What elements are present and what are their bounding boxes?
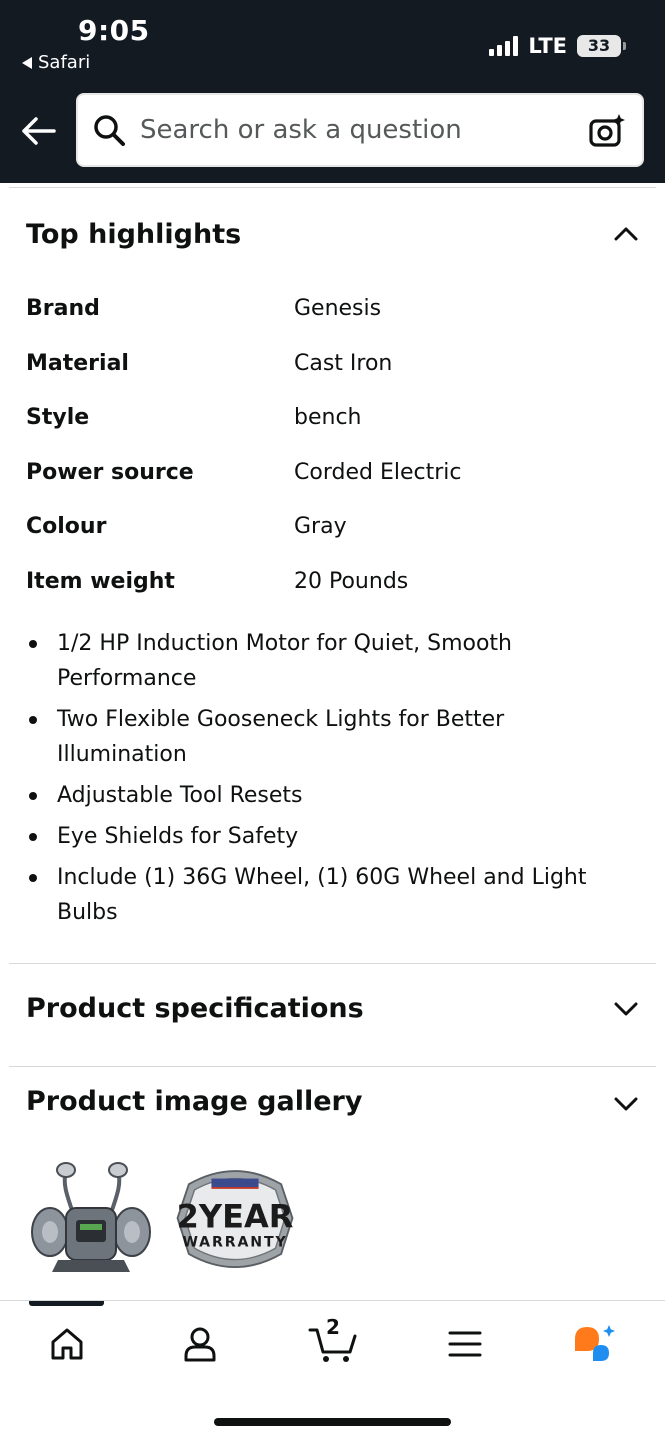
network-label: LTE xyxy=(528,34,567,58)
status-time: 9:05 xyxy=(78,14,150,47)
svg-text:WARRANTY: WARRANTY xyxy=(182,1234,287,1250)
gallery-thumbnail-warranty-badge[interactable]: 2YEAR WARRANTY xyxy=(170,1158,300,1282)
chevron-down-icon[interactable] xyxy=(613,996,639,1022)
status-indicators: LTE 33 xyxy=(489,34,626,58)
search-icon[interactable] xyxy=(92,113,126,147)
spec-row-item-weight: Item weight 20 Pounds xyxy=(26,554,636,608)
divider xyxy=(9,1066,656,1067)
spec-value: Gray xyxy=(294,513,347,539)
chevron-down-icon[interactable] xyxy=(613,1091,639,1117)
feature-bullet: Adjustable Tool Resets xyxy=(26,778,636,813)
battery-icon: 33 xyxy=(577,35,626,57)
spec-value: Cast Iron xyxy=(294,350,393,376)
product-image-gallery-header[interactable]: Product image gallery xyxy=(26,1086,362,1117)
feature-bullet: 1/2 HP Induction Motor for Quiet, Smooth… xyxy=(26,626,636,696)
cart-count-badge: 2 xyxy=(326,1315,340,1339)
back-app-label: Safari xyxy=(38,52,91,73)
spec-row-colour: Colour Gray xyxy=(26,499,636,553)
battery-level: 33 xyxy=(587,36,611,55)
back-arrow-icon[interactable] xyxy=(20,112,58,150)
bottom-navigation: 2 xyxy=(0,1300,665,1440)
signal-icon xyxy=(489,36,519,56)
app-header: 9:05 Safari LTE 33 xyxy=(0,0,665,183)
product-specifications-header[interactable]: Product specifications xyxy=(26,993,364,1024)
search-bar[interactable] xyxy=(76,93,644,167)
active-tab-indicator xyxy=(29,1301,104,1306)
account-icon[interactable] xyxy=(175,1321,225,1367)
gallery-thumbnail-bench-grinder[interactable] xyxy=(26,1158,156,1282)
feature-bullet: Eye Shields for Safety xyxy=(26,819,636,854)
svg-text:2YEAR: 2YEAR xyxy=(177,1198,294,1236)
two-year-warranty-badge-image: 2YEAR WARRANTY xyxy=(176,1170,294,1268)
spec-key: Colour xyxy=(26,513,107,539)
spec-key: Material xyxy=(26,350,129,376)
spec-key: Style xyxy=(26,404,90,430)
back-triangle-icon xyxy=(22,56,32,69)
chevron-up-icon[interactable] xyxy=(613,221,639,247)
home-indicator-bar xyxy=(214,1418,451,1426)
spec-key: Brand xyxy=(26,295,100,321)
spec-row-material: Material Cast Iron xyxy=(26,336,636,390)
image-gallery: 2YEAR WARRANTY xyxy=(26,1158,300,1282)
top-highlights-title: Top highlights xyxy=(26,219,242,250)
bench-grinder-image xyxy=(31,1162,151,1272)
back-to-app-link[interactable]: Safari xyxy=(22,52,90,73)
spec-value: 20 Pounds xyxy=(294,568,409,594)
spec-value: bench xyxy=(294,404,362,430)
home-icon[interactable] xyxy=(42,1321,92,1367)
spec-key: Item weight xyxy=(26,568,175,594)
divider xyxy=(9,187,656,188)
camera-search-icon[interactable] xyxy=(588,112,626,150)
feature-bullet: Include (1) 36G Wheel, (1) 60G Wheel and… xyxy=(26,860,636,930)
feature-bullet: Two Flexible Gooseneck Lights for Better… xyxy=(26,702,636,772)
spec-row-style: Style bench xyxy=(26,390,636,444)
feature-bullet-list: 1/2 HP Induction Motor for Quiet, Smooth… xyxy=(26,626,636,936)
spec-value: Genesis xyxy=(294,295,382,321)
spec-row-brand: Brand Genesis xyxy=(26,281,636,335)
spec-row-power-source: Power source Corded Electric xyxy=(26,445,636,499)
rufus-assistant-icon[interactable] xyxy=(570,1321,620,1367)
spec-value: Corded Electric xyxy=(294,459,462,485)
cart-icon[interactable]: 2 xyxy=(306,1315,360,1367)
spec-key: Power source xyxy=(26,459,194,485)
divider xyxy=(9,963,656,964)
menu-icon[interactable] xyxy=(440,1321,490,1367)
search-input[interactable] xyxy=(140,115,560,145)
